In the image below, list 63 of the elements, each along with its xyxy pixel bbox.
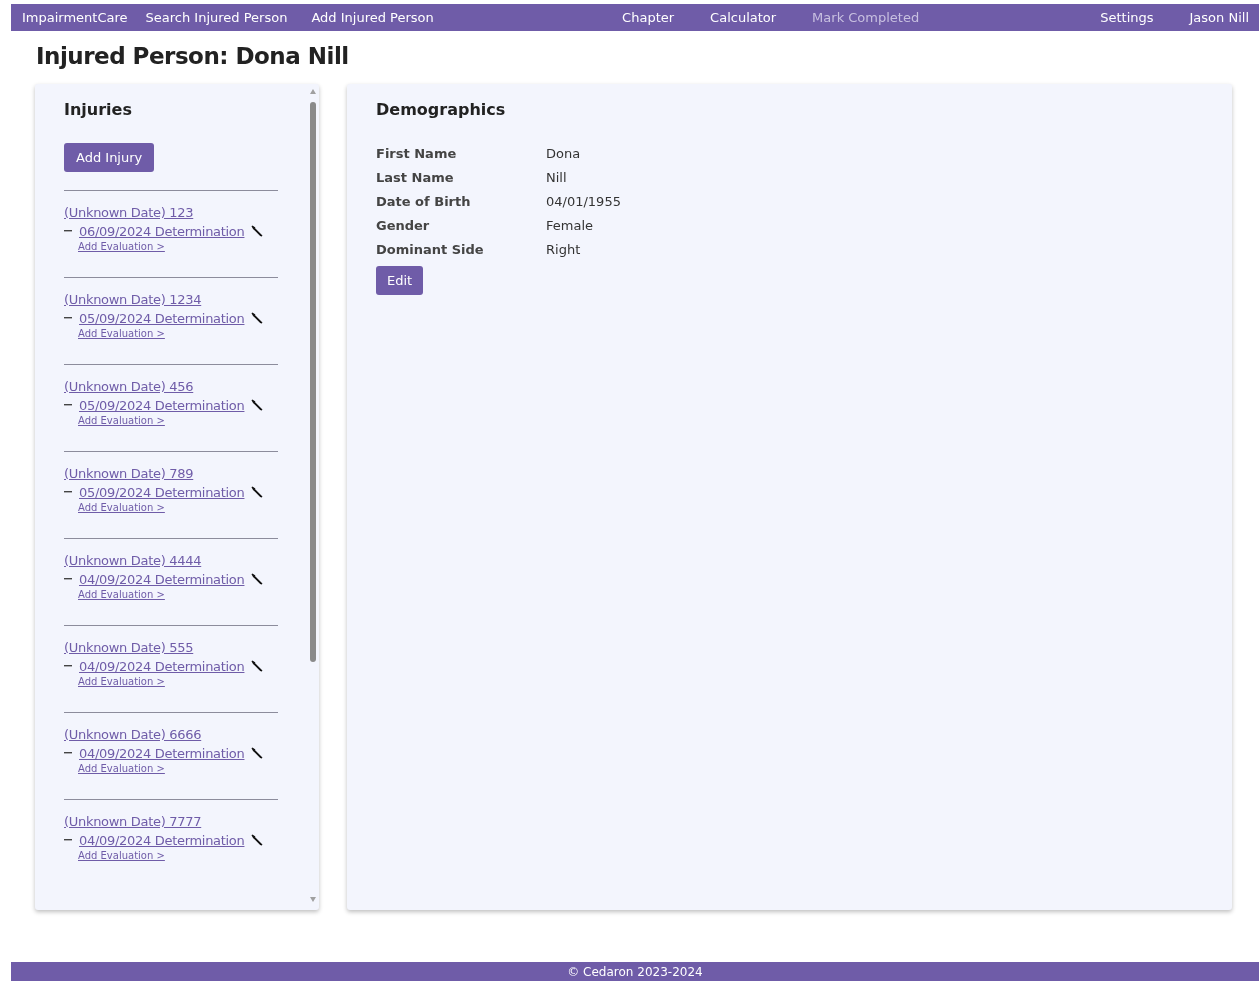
dash-icon xyxy=(64,665,72,668)
determination-link[interactable]: 05/09/2024 Determination xyxy=(79,310,245,327)
page-title: Injured Person: Dona Nill xyxy=(36,43,350,69)
field-label: First Name xyxy=(376,146,458,161)
injury-link[interactable]: (Unknown Date) 6666 xyxy=(64,727,278,743)
add-evaluation-link[interactable]: Add Evaluation > xyxy=(78,763,165,776)
pencil-icon[interactable] xyxy=(251,399,264,412)
add-evaluation-link[interactable]: Add Evaluation > xyxy=(78,676,165,689)
injury-link[interactable]: (Unknown Date) 123 xyxy=(64,205,278,221)
injury-link[interactable]: (Unknown Date) 1234 xyxy=(64,292,278,308)
determination-link[interactable]: 05/09/2024 Determination xyxy=(79,397,245,414)
determination-link[interactable]: 06/09/2024 Determination xyxy=(79,223,245,240)
dash-icon xyxy=(64,230,72,233)
pencil-icon[interactable] xyxy=(251,225,264,238)
dash-icon xyxy=(64,317,72,320)
add-evaluation-link[interactable]: Add Evaluation > xyxy=(78,328,165,341)
edit-button[interactable]: Edit xyxy=(376,266,424,295)
nav-link[interactable]: Add Injured Person xyxy=(311,10,434,25)
pencil-icon[interactable] xyxy=(251,573,264,586)
injury-link[interactable]: (Unknown Date) 7777 xyxy=(64,814,278,830)
nav-link[interactable]: Chapter xyxy=(622,10,675,25)
field-label: Last Name xyxy=(376,170,455,185)
field-value: 04/01/1955 xyxy=(546,194,622,209)
determination-link[interactable]: 04/09/2024 Determination xyxy=(79,832,245,849)
nav-link[interactable]: Jason Nill xyxy=(1189,10,1249,25)
add-evaluation-link[interactable]: Add Evaluation > xyxy=(78,415,165,428)
add-evaluation-link[interactable]: Add Evaluation > xyxy=(78,850,165,863)
nav-link[interactable]: Search Injured Person xyxy=(145,10,288,25)
determination-link[interactable]: 04/09/2024 Determination xyxy=(79,571,245,588)
pencil-icon[interactable] xyxy=(251,660,264,673)
pencil-icon[interactable] xyxy=(251,486,264,499)
dash-icon xyxy=(64,491,72,494)
add-injury-button[interactable]: Add Injury xyxy=(64,143,155,172)
pencil-icon[interactable] xyxy=(251,747,264,760)
panel-title: Injuries xyxy=(64,100,133,120)
field-value: Dona xyxy=(546,146,582,161)
dash-icon xyxy=(64,839,72,842)
field-label: Dominant Side xyxy=(376,242,485,257)
pencil-icon[interactable] xyxy=(251,834,264,847)
determination-link[interactable]: 04/09/2024 Determination xyxy=(79,745,245,762)
nav-link[interactable]: Settings xyxy=(1100,10,1154,25)
pencil-icon[interactable] xyxy=(251,312,264,325)
nav-link[interactable]: Calculator xyxy=(710,10,777,25)
add-evaluation-link[interactable]: Add Evaluation > xyxy=(78,502,165,515)
copyright-text: © Cedaron 2023-2024 xyxy=(567,964,703,979)
determination-link[interactable]: 04/09/2024 Determination xyxy=(79,658,245,675)
field-value: Nill xyxy=(546,170,568,185)
field-value: Female xyxy=(546,218,594,233)
injury-link[interactable]: (Unknown Date) 789 xyxy=(64,466,278,482)
injury-link[interactable]: (Unknown Date) 4444 xyxy=(64,553,278,569)
field-value: Right xyxy=(546,242,582,257)
dash-icon xyxy=(64,404,72,407)
panel-title: Demographics xyxy=(376,100,507,120)
field-label: Date of Birth xyxy=(376,194,472,209)
dash-icon xyxy=(64,578,72,581)
injury-link[interactable]: (Unknown Date) 555 xyxy=(64,640,278,656)
dash-icon xyxy=(64,752,72,755)
field-label: Gender xyxy=(376,218,431,233)
injury-link[interactable]: (Unknown Date) 456 xyxy=(64,379,278,395)
brand-link[interactable]: ImpairmentCare xyxy=(22,10,128,25)
determination-link[interactable]: 05/09/2024 Determination xyxy=(79,484,245,501)
add-evaluation-link[interactable]: Add Evaluation > xyxy=(78,589,165,602)
add-evaluation-link[interactable]: Add Evaluation > xyxy=(78,241,165,254)
